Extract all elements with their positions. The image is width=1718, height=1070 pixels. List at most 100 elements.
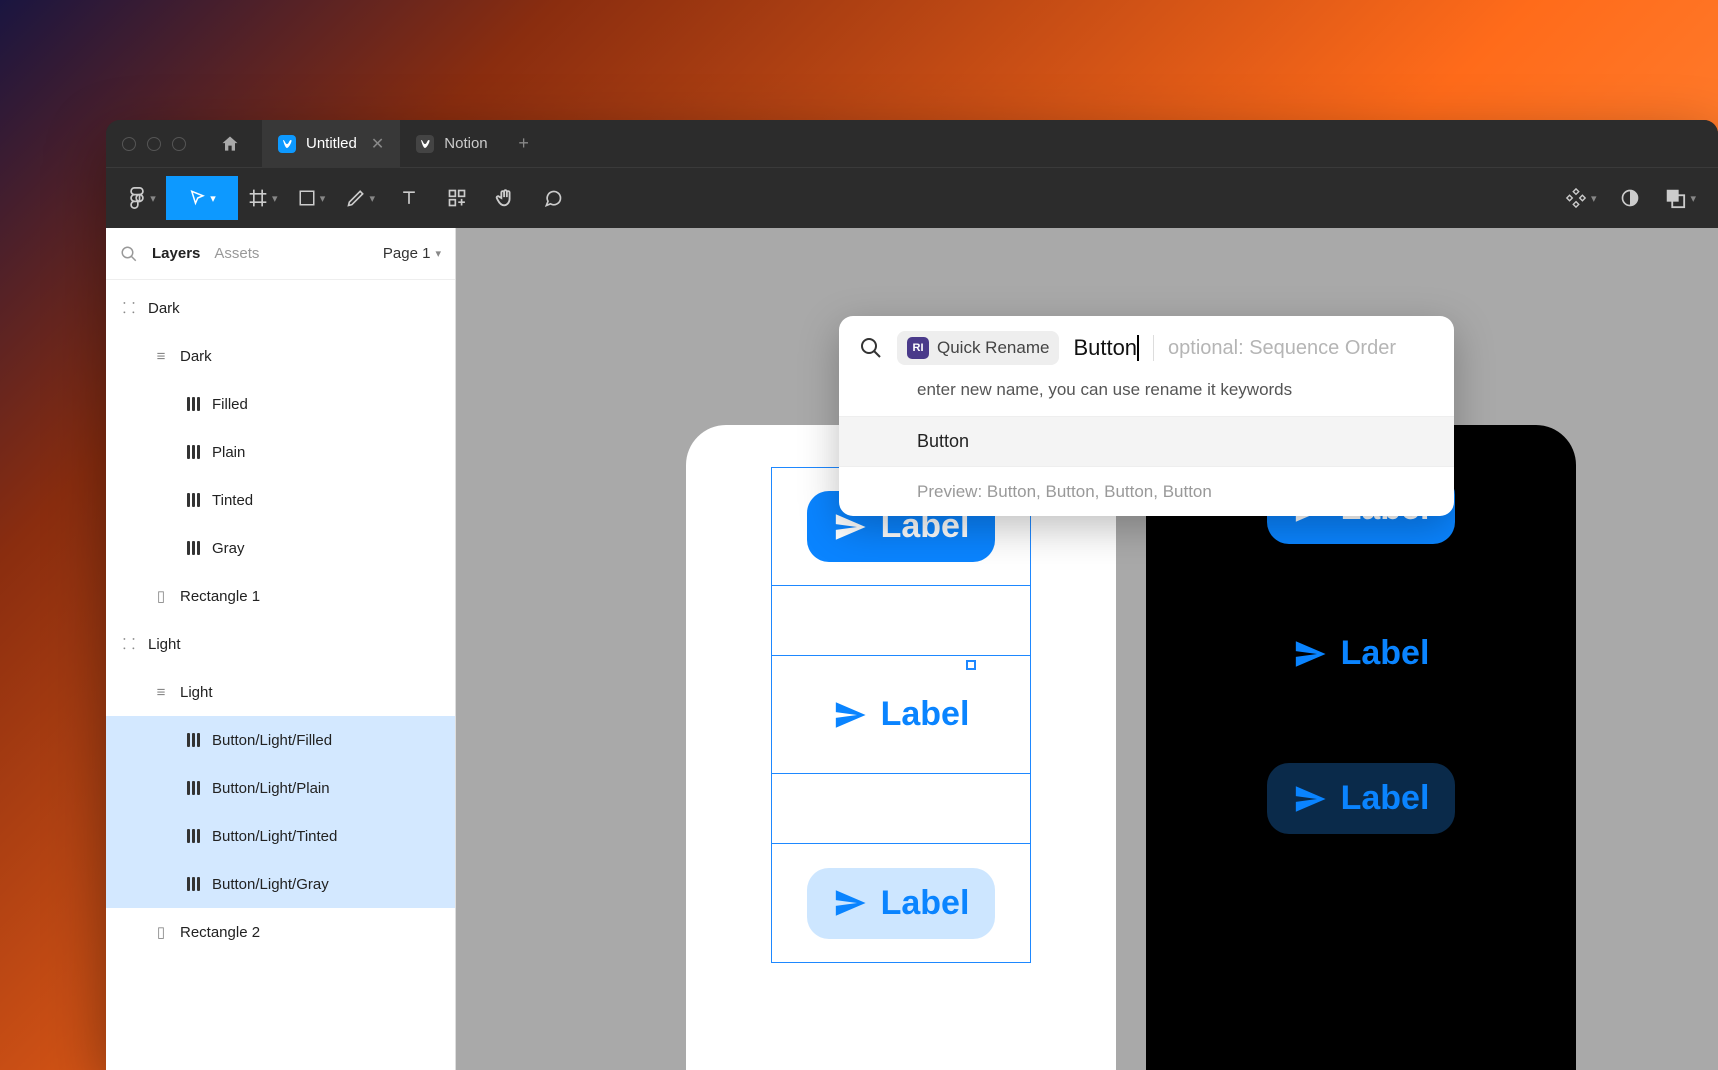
palette-preview: Preview: Button, Button, Button, Button	[839, 466, 1454, 516]
palette-result-item[interactable]: Button	[839, 416, 1454, 466]
maximize-window[interactable]	[172, 137, 186, 151]
layer-label: Filled	[212, 396, 248, 413]
variant-icon	[184, 397, 202, 411]
palette-search-row: RI Quick Rename Button optional: Sequenc…	[839, 316, 1454, 380]
button-tinted-dark[interactable]: Label	[1267, 763, 1456, 834]
search-icon[interactable]	[120, 245, 138, 263]
layer-button-light-gray[interactable]: Button/Light/Gray	[106, 860, 455, 908]
layer-light-section[interactable]: ⸬ Light	[106, 620, 455, 668]
mask-icon	[1620, 188, 1640, 208]
button-label: Label	[1341, 779, 1430, 818]
close-tab-icon[interactable]: ✕	[371, 134, 384, 154]
section-icon: ⸬	[120, 634, 138, 654]
variant-icon	[184, 781, 202, 795]
paper-plane-icon	[833, 698, 867, 732]
chevron-down-icon: ▾	[1591, 192, 1597, 205]
assets-tab[interactable]: Assets	[214, 245, 259, 262]
titlebar: Untitled ✕ Notion +	[106, 120, 1718, 168]
variant-icon	[184, 541, 202, 555]
text-cursor	[1137, 335, 1139, 361]
tab-label: Untitled	[306, 135, 357, 152]
union-icon	[1664, 187, 1686, 209]
layer-button-light-plain[interactable]: Button/Light/Plain	[106, 764, 455, 812]
chevron-down-icon: ▾	[320, 192, 326, 205]
hand-icon	[494, 187, 516, 209]
layer-rectangle-2[interactable]: ▯ Rectangle 2	[106, 908, 455, 956]
minimize-window[interactable]	[147, 137, 161, 151]
layer-gray[interactable]: Gray	[106, 524, 455, 572]
button-tinted[interactable]: Label	[807, 868, 996, 939]
frame-icon	[248, 188, 268, 208]
comment-tool[interactable]	[529, 176, 577, 220]
plugin-chip-label: Quick Rename	[937, 338, 1049, 358]
paper-plane-icon	[1293, 782, 1327, 816]
layer-plain[interactable]: Plain	[106, 428, 455, 476]
layer-light-group[interactable]: ≡ Light	[106, 668, 455, 716]
sequence-order-input[interactable]: optional: Sequence Order	[1168, 337, 1396, 360]
close-window[interactable]	[122, 137, 136, 151]
plugin-chip[interactable]: RI Quick Rename	[897, 331, 1059, 365]
shape-tool[interactable]: ▾	[288, 176, 336, 220]
tab-notion[interactable]: Notion	[400, 120, 503, 168]
button-label: Label	[881, 884, 970, 923]
palette-hint: enter new name, you can use rename it ke…	[839, 380, 1454, 416]
home-button[interactable]	[210, 128, 250, 160]
resources-tool[interactable]	[433, 176, 481, 220]
move-tool[interactable]: ▾	[166, 176, 238, 220]
frame-dark[interactable]: Label Label Label	[1146, 425, 1576, 1070]
layer-filled[interactable]: Filled	[106, 380, 455, 428]
pen-tool[interactable]: ▾	[336, 176, 386, 220]
layer-label: Dark	[180, 348, 212, 365]
layer-dark-section[interactable]: ⸬ Dark	[106, 284, 455, 332]
button-plain-dark[interactable]: Label	[1267, 618, 1456, 689]
page-selector[interactable]: Page 1 ▾	[383, 245, 441, 262]
layer-dark-group[interactable]: ≡ Dark	[106, 332, 455, 380]
new-tab-button[interactable]: +	[504, 133, 544, 154]
layers-tab[interactable]: Layers	[152, 245, 200, 262]
layer-label: Tinted	[212, 492, 253, 509]
frame-tool[interactable]: ▾	[238, 176, 288, 220]
layer-label: Rectangle 1	[180, 588, 260, 605]
comment-icon	[543, 188, 563, 208]
layer-label: Gray	[212, 540, 245, 557]
quick-rename-palette: RI Quick Rename Button optional: Sequenc…	[839, 316, 1454, 516]
layer-button-light-tinted[interactable]: Button/Light/Tinted	[106, 812, 455, 860]
hand-tool[interactable]	[481, 176, 529, 220]
frame-light[interactable]: Label Label Label	[686, 425, 1116, 1070]
figma-file-icon	[278, 135, 296, 153]
canvas[interactable]: Label Label Label	[456, 228, 1718, 1070]
layer-rectangle-1[interactable]: ▯ Rectangle 1	[106, 572, 455, 620]
tab-untitled[interactable]: Untitled ✕	[262, 120, 400, 168]
figma-menu[interactable]: ▾	[118, 176, 166, 220]
figma-file-icon	[416, 135, 434, 153]
selection-handle[interactable]	[966, 660, 976, 670]
window-controls	[122, 137, 186, 151]
text-tool[interactable]	[385, 176, 433, 220]
layer-button-light-filled[interactable]: Button/Light/Filled	[106, 716, 455, 764]
boolean-button[interactable]: ▾	[1654, 176, 1706, 220]
app-window: Untitled ✕ Notion + ▾	[106, 120, 1718, 1070]
button-label: Label	[1341, 634, 1430, 673]
chevron-down-icon: ▾	[1690, 192, 1696, 205]
variant-icon	[184, 493, 202, 507]
left-sidebar: Layers Assets Page 1 ▾ ⸬ Dark ≡ Dark	[106, 228, 456, 1070]
rename-input[interactable]: Button	[1073, 335, 1137, 361]
pen-icon	[346, 188, 366, 208]
home-icon	[220, 134, 240, 154]
mask-button[interactable]	[1606, 176, 1654, 220]
selection-group[interactable]: Label Label Label	[771, 467, 1031, 963]
chevron-down-icon: ▾	[150, 192, 156, 205]
layer-list: ⸬ Dark ≡ Dark Filled Plain Tinted	[106, 280, 455, 1070]
main-area: Layers Assets Page 1 ▾ ⸬ Dark ≡ Dark	[106, 228, 1718, 1070]
resources-icon	[447, 188, 467, 208]
toolbar: ▾ ▾ ▾ ▾ ▾	[106, 168, 1718, 228]
layer-label: Button/Light/Gray	[212, 876, 329, 893]
button-plain[interactable]: Label	[807, 679, 996, 750]
chevron-down-icon: ▾	[210, 192, 216, 205]
components-icon	[1565, 187, 1587, 209]
components-button[interactable]: ▾	[1555, 176, 1607, 220]
layer-tinted[interactable]: Tinted	[106, 476, 455, 524]
layer-label: Button/Light/Tinted	[212, 828, 337, 845]
layer-label: Rectangle 2	[180, 924, 260, 941]
tab-label: Notion	[444, 135, 487, 152]
